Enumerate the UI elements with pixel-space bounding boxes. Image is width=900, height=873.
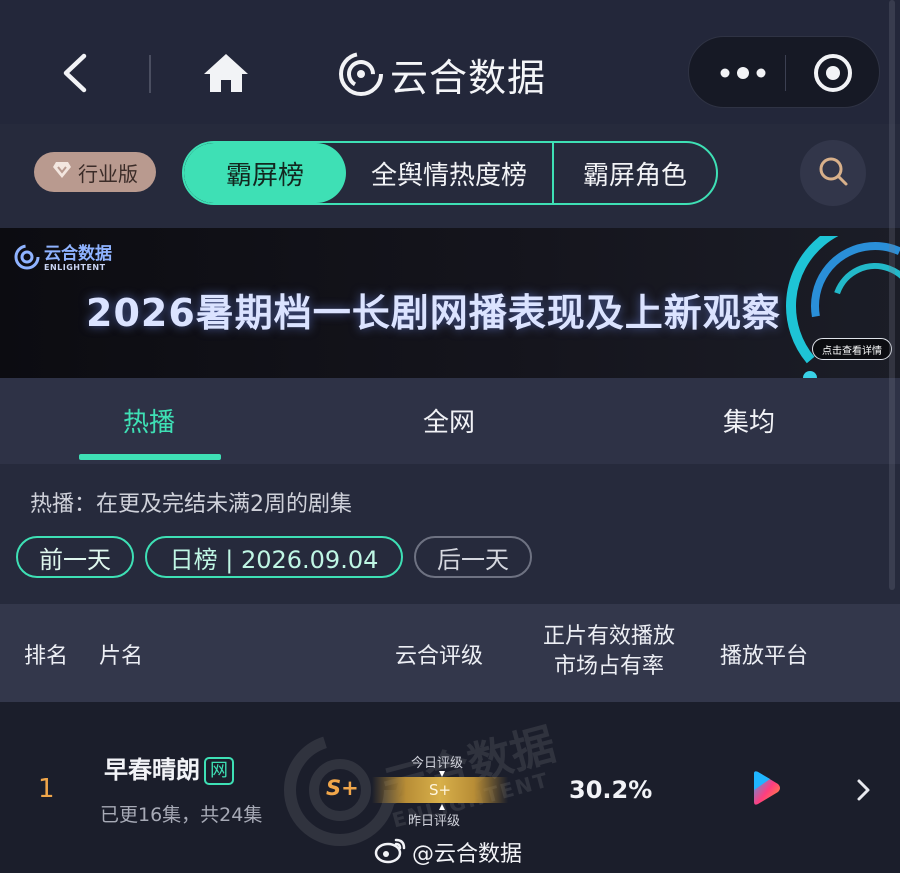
youku-play-icon [750, 770, 782, 806]
tab-per-episode[interactable]: 集均 [723, 402, 775, 439]
banner-title: 2026暑期档一长剧网播表现及上新观察 [86, 291, 781, 335]
banner-logo: 云合数据 ENLIGHTENT [14, 244, 112, 274]
grade-label-today: 今日评级 [411, 756, 464, 771]
header-market-share-line1: 正片有效播放 [542, 624, 675, 649]
chevron-right-icon[interactable] [854, 778, 872, 802]
header-rank[interactable]: 排名 [24, 638, 68, 670]
ranking-segment-control: 霸屏榜 全舆情热度榜 霸屏角色 [182, 141, 718, 205]
nav-divider [149, 55, 151, 93]
info-section: 热播：在更及完结未满2周的剧集 前一天 日榜 | 2026.09.04 后一天 [0, 464, 900, 604]
app-title: 云合数据 [390, 55, 547, 100]
grade-label-yesterday: 昨日评级 [408, 814, 461, 829]
promo-banner[interactable]: 云合数据 ENLIGHTENT 2026暑期档一长剧网播表现及上新观察 点击查看… [0, 228, 900, 378]
network-drama-badge: 网 [204, 757, 234, 785]
active-tab-indicator [79, 454, 221, 460]
banner-logo-en: ENLIGHTENT [44, 262, 106, 272]
mini-program-capsule [688, 36, 880, 108]
hot-description: 热播：在更及完结未满2周的剧集 [30, 492, 352, 517]
table-header: 排名 片名 云合评级 正片有效播放 市场占有率 播放平台 [0, 604, 900, 702]
tab-all-network[interactable]: 全网 [423, 402, 475, 439]
segment-public-opinion-ranking[interactable]: 全舆情热度榜 [346, 143, 554, 203]
diamond-icon [52, 161, 72, 183]
home-icon[interactable] [200, 46, 252, 98]
metric-tabs: 热播 全网 集均 [0, 378, 900, 464]
market-share-value: 30.2% [569, 776, 653, 804]
brand: 云合数据 [338, 44, 546, 104]
grade-bar: S+ [372, 777, 508, 803]
row-title-text: 早春晴朗 [104, 756, 200, 784]
segment-screen-ranking[interactable]: 霸屏榜 [184, 143, 346, 203]
header-platform: 播放平台 [720, 644, 809, 669]
row-rank: 1 [38, 774, 55, 804]
header-market-share[interactable]: 正片有效播放 市场占有率 [538, 622, 680, 682]
capsule-divider [785, 55, 786, 91]
tab-hot[interactable]: 热播 [123, 402, 175, 439]
banner-logo-cn: 云合数据 [44, 243, 112, 264]
search-icon [817, 155, 849, 191]
industry-edition-label: 行业版 [78, 161, 138, 186]
row-title[interactable]: 早春晴朗网 [104, 750, 234, 785]
weibo-handle: @云合数据 [412, 842, 523, 867]
grade-bar-text: S+ [428, 781, 452, 799]
header-title: 片名 [99, 644, 144, 669]
segment-screen-roles[interactable]: 霸屏角色 [554, 143, 716, 203]
more-icon[interactable] [711, 57, 777, 89]
grade-today: S+ [326, 776, 359, 800]
filter-row: 行业版 霸屏榜 全舆情热度榜 霸屏角色 [0, 124, 900, 228]
prev-day-button[interactable]: 前一天 [16, 536, 134, 578]
banner-logo-icon [14, 244, 40, 274]
search-button[interactable] [800, 140, 866, 206]
industry-edition-button[interactable]: 行业版 [34, 152, 156, 192]
back-icon[interactable] [52, 48, 98, 98]
row-episodes: 已更16集，共24集 [100, 804, 263, 826]
header-market-share-line2: 市场占有率 [553, 654, 664, 679]
header-grade[interactable]: 云合评级 [395, 638, 483, 670]
nav-bar: 云合数据 [0, 0, 900, 124]
date-picker-button[interactable]: 日榜 | 2026.09.04 [145, 536, 403, 578]
weibo-watermark: @云合数据 [374, 836, 522, 868]
close-target-icon[interactable] [811, 51, 855, 95]
table-row[interactable]: 云合数据 ENLIGHTENT 1 早春晴朗网 已更16集，共24集 S+ 今日… [0, 702, 900, 873]
scrollbar[interactable] [889, 0, 895, 590]
weibo-icon [374, 836, 408, 868]
brand-logo-icon [338, 51, 384, 97]
banner-cta-button[interactable]: 点击查看详情 [812, 338, 892, 360]
next-day-button[interactable]: 后一天 [414, 536, 532, 578]
